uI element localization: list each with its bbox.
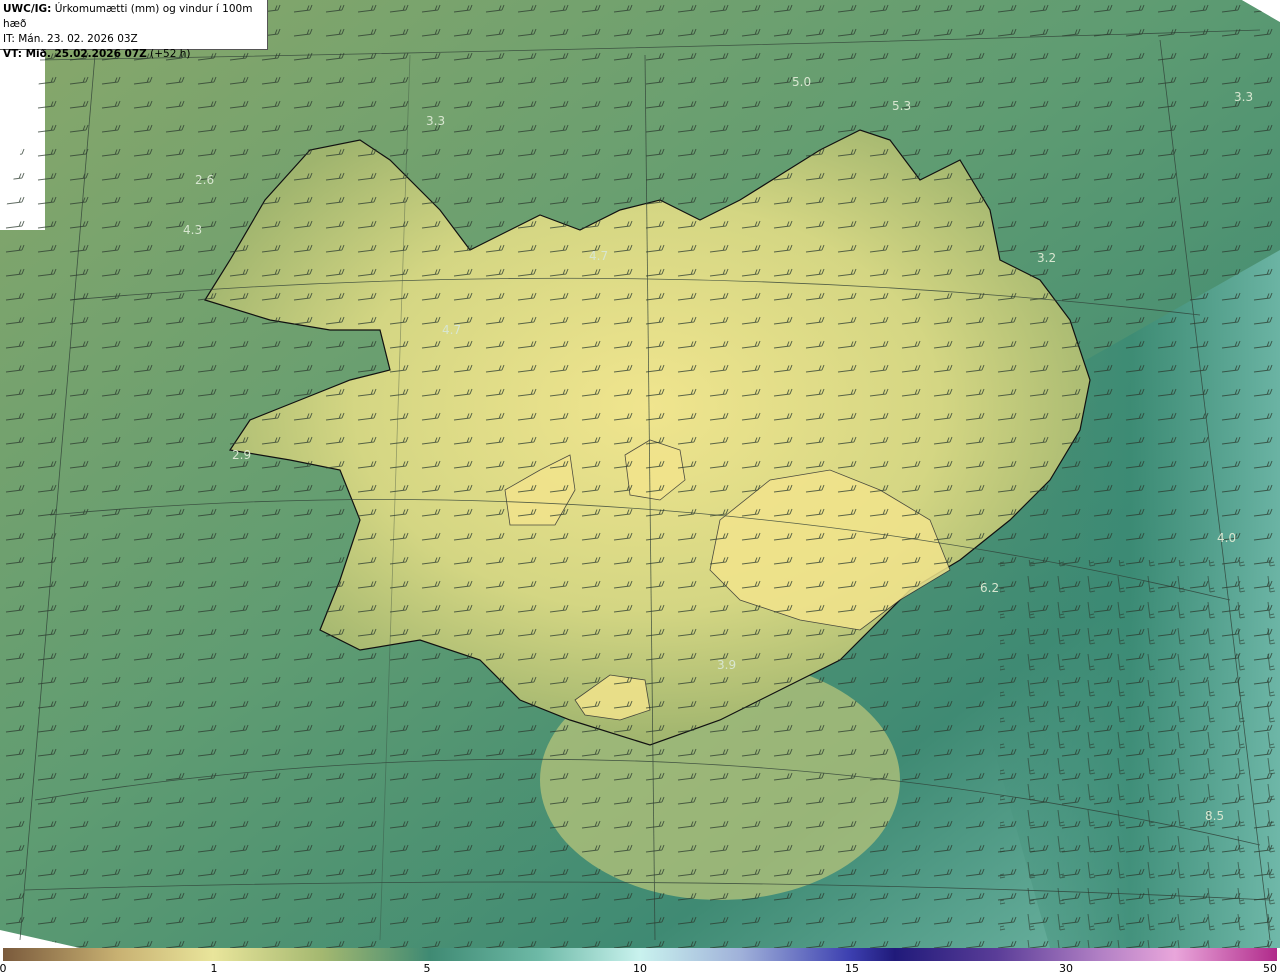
map-label: 3.9 [717, 658, 736, 672]
map-label: 4.7 [442, 323, 461, 337]
map-label: 5.0 [792, 75, 811, 89]
colorbar: 0 1 5 10 15 30 50 [0, 948, 1280, 978]
map-label: 3.2 [1037, 251, 1056, 265]
colorbar-tick: 50 [1263, 962, 1277, 975]
map-label: 3.3 [1234, 90, 1253, 104]
precipitation-wind-map[interactable]: 5.0 5.3 3.3 3.3 2.6 4.3 4.7 4.7 3.2 2.9 … [0, 0, 1280, 948]
map-info-box: UWC/IG: Úrkomumætti (mm) og vindur í 100… [0, 0, 268, 60]
map-label: 6.2 [980, 581, 999, 595]
valid-time-line: VT: Mið. 25.02.2026 07Z (+52 h) [3, 48, 191, 60]
colorbar-tick: 1 [210, 962, 218, 975]
map-label: 4.7 [589, 249, 608, 263]
map-label: 4.3 [183, 223, 202, 237]
colorbar-tick: 0 [0, 962, 7, 975]
title-line: UWC/IG: Úrkomumætti (mm) og vindur í 100… [3, 3, 253, 30]
colorbar-tick: 5 [423, 962, 431, 975]
colorbar-tick: 30 [1059, 962, 1073, 975]
map-canvas: 5.0 5.3 3.3 3.3 2.6 4.3 4.7 4.7 3.2 2.9 … [0, 0, 1280, 948]
map-label: 4.0 [1217, 531, 1236, 545]
colorbar-strip [3, 948, 1277, 961]
colorbar-tick: 15 [845, 962, 859, 975]
map-label: 2.9 [232, 448, 251, 462]
map-label: 8.5 [1205, 809, 1224, 823]
map-label: 3.3 [426, 114, 445, 128]
map-label: 5.3 [892, 99, 911, 113]
colorbar-tick: 10 [633, 962, 647, 975]
init-time-line: IT: Mán. 23. 02. 2026 03Z [3, 33, 138, 45]
map-label: 2.6 [195, 173, 214, 187]
